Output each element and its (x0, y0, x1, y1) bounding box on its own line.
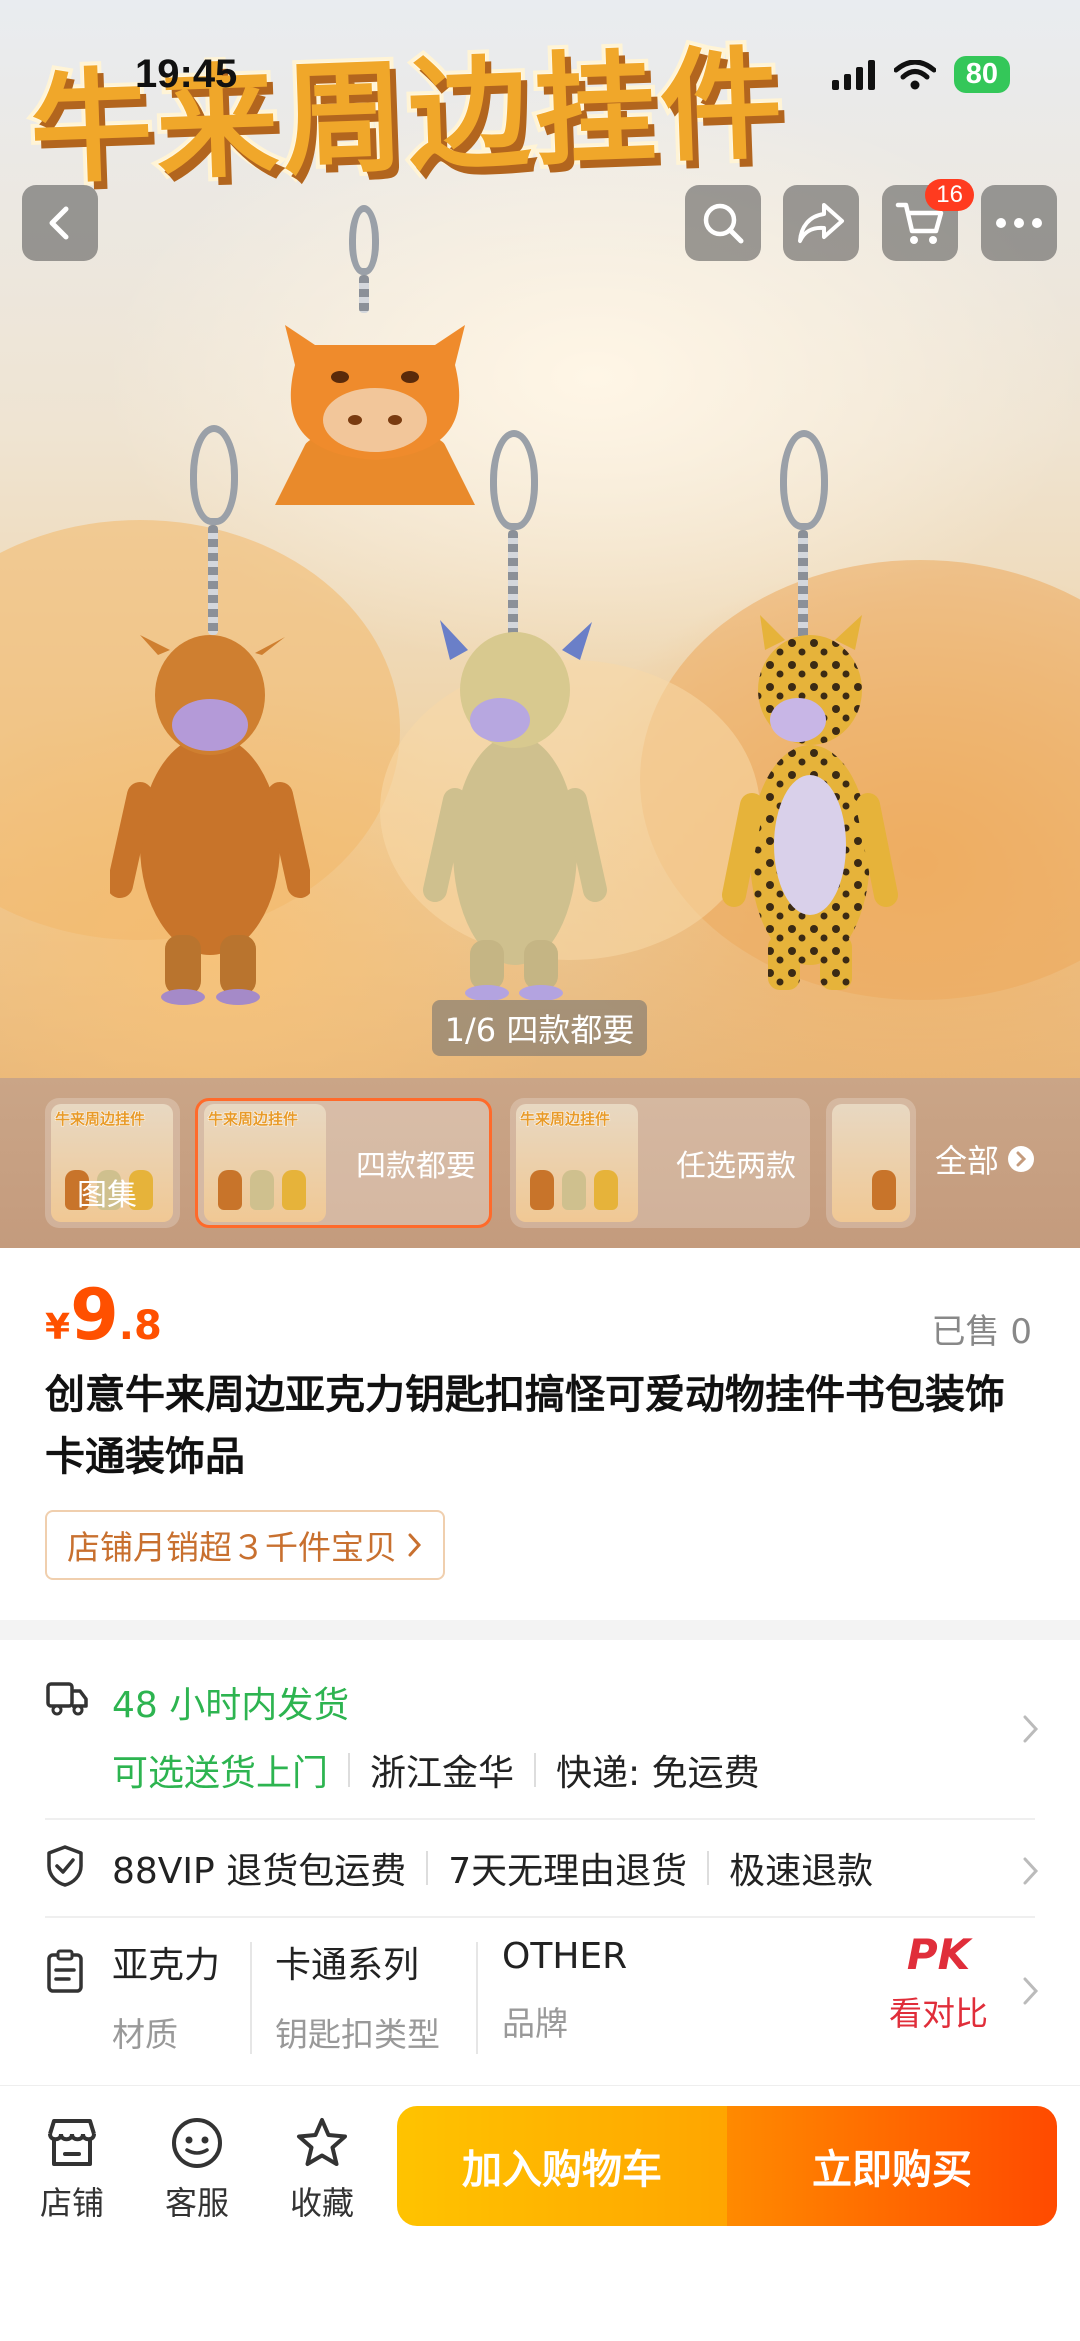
wifi-icon (893, 59, 936, 89)
shield-check-icon (47, 1845, 83, 1887)
gallery-page-indicator: 1/6 四款都要 (432, 1000, 647, 1056)
dispatch-time: 48 小时内发货 (112, 1685, 350, 1726)
shipping-details: 可选送货上门 浙江金华 快递: 免运费 (112, 1744, 760, 1796)
thumb-sku-partial[interactable] (826, 1098, 916, 1228)
thumb-sku-label: 任选两款 (676, 1149, 796, 1184)
service-item: 88VIP 退货包运费 (112, 1851, 407, 1892)
delivery-truck-icon (46, 1682, 88, 1716)
more-icon (996, 218, 1042, 228)
more-button[interactable] (981, 185, 1057, 261)
signal-icon (831, 59, 875, 90)
cart-button[interactable]: 16 (882, 179, 974, 261)
shop-sales-tag[interactable]: 店铺月销超３千件宝贝 (45, 1510, 445, 1580)
customer-service-button[interactable]: 客服 (147, 2116, 247, 2224)
customer-service-label: 客服 (164, 2184, 229, 2222)
keychain-leopard (720, 430, 900, 1000)
keychain-brown-bull (110, 425, 310, 1005)
add-to-cart-button[interactable]: 加入购物车 (397, 2106, 727, 2226)
thumb-album-label: 图集 (77, 1178, 137, 1213)
compare-label: 看对比 (889, 1994, 988, 2033)
home-delivery-option: 可选送货上门 (112, 1753, 329, 1794)
sku-thumbnail-strip: 牛来周边挂件 图集 牛来周边挂件 四款都要 牛来周边挂件 任选两款 全部 (0, 1078, 1080, 1248)
shop-button[interactable]: 店铺 (22, 2116, 122, 2224)
chevron-right-icon (1022, 1850, 1040, 1896)
status-icons: 80 (831, 56, 1010, 93)
service-guarantees: 88VIP 退货包运费 7天无理由退货 极速退款 (112, 1842, 873, 1894)
clipboard-icon (47, 1949, 83, 1993)
shop-label: 店铺 (39, 2184, 104, 2222)
service-item: 7天无理由退货 (448, 1851, 688, 1892)
search-button[interactable] (685, 185, 761, 261)
currency-symbol: ¥ (45, 1307, 71, 1348)
compare-button[interactable]: PK 看对比 (889, 1930, 988, 2035)
star-icon (297, 2118, 347, 2166)
chevron-left-icon (49, 206, 69, 240)
view-all-skus-link[interactable]: 全部 (935, 1136, 1035, 1182)
chevron-right-icon (1022, 1970, 1040, 2016)
customer-service-icon (172, 2118, 222, 2168)
favorite-label: 收藏 (289, 2184, 354, 2222)
thumb-sku-all-four[interactable]: 牛来周边挂件 四款都要 (195, 1098, 492, 1228)
attribute-material: 亚克力 材质 (112, 1945, 221, 2054)
product-title: 创意牛来周边亚克力钥匙扣搞怪可爱动物挂件书包装饰卡通装饰品 (45, 1372, 1005, 1480)
section-divider (0, 1620, 1080, 1640)
product-image-gallery[interactable]: 牛来周边挂件 19:45 80 16 1/6 四款都要 (0, 0, 1080, 1078)
buy-now-button[interactable]: 立即购买 (727, 2106, 1057, 2226)
attribute-separator (250, 1942, 252, 2054)
thumb-sku-pick-two[interactable]: 牛来周边挂件 任选两款 (510, 1098, 810, 1228)
search-icon (703, 203, 744, 244)
ship-origin: 浙江金华 (370, 1753, 515, 1794)
thumb-album[interactable]: 牛来周边挂件 图集 (45, 1098, 180, 1228)
chevron-right-icon (408, 1533, 422, 1557)
shipping-row[interactable]: 48 小时内发货 可选送货上门 浙江金华 快递: 免运费 (0, 1640, 1080, 1820)
chevron-right-circle-icon (1008, 1146, 1035, 1172)
keychain-beige-bull (420, 430, 610, 1000)
pk-badge: PK (906, 1930, 971, 1979)
back-button[interactable] (22, 185, 98, 261)
shop-icon (48, 2119, 96, 2166)
thumb-image: 牛来周边挂件 (516, 1104, 638, 1222)
favorite-button[interactable]: 收藏 (272, 2116, 372, 2224)
shipping-fee: 快递: 免运费 (556, 1753, 760, 1794)
price-decimal: .8 (118, 1303, 162, 1349)
thumb-image: 牛来周边挂件 (204, 1104, 326, 1222)
share-button[interactable] (783, 185, 859, 261)
bottom-action-bar: 店铺 客服 收藏 加入购物车 立即购买 (0, 2085, 1080, 2341)
thumb-image (832, 1104, 910, 1222)
thumb-sku-label: 四款都要 (356, 1149, 476, 1184)
attribute-brand: OTHER 品牌 (502, 1936, 628, 2043)
status-time: 19:45 (135, 52, 238, 96)
shop-sales-tag-label: 店铺月销超３千件宝贝 (67, 1528, 397, 1567)
attribute-keychain-type: 卡通系列 钥匙扣类型 (275, 1945, 440, 2054)
price-integer: 9 (70, 1274, 119, 1356)
service-item: 极速退款 (729, 1851, 874, 1892)
chevron-right-icon (1022, 1708, 1040, 1754)
price: ¥9.8 (45, 1274, 162, 1356)
sold-count: 已售 0 (931, 1312, 1032, 1352)
battery-indicator: 80 (953, 56, 1010, 93)
product-summary: ¥9.8 已售 0 创意牛来周边亚克力钥匙扣搞怪可爱动物挂件书包装饰卡通装饰品 … (0, 1248, 1080, 1620)
attribute-separator (476, 1942, 478, 2054)
view-all-label: 全部 (935, 1142, 1000, 1180)
cart-count-badge: 16 (925, 179, 974, 211)
share-icon (798, 203, 844, 243)
product-info-panel: 48 小时内发货 可选送货上门 浙江金华 快递: 免运费 88VIP 退货包运费… (0, 1640, 1080, 2080)
